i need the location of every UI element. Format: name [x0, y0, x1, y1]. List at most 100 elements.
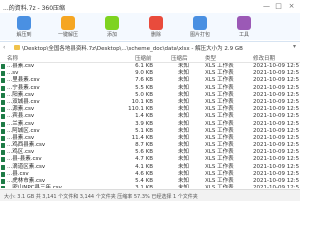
one-click-extract-label: 一键解压: [57, 32, 78, 38]
file-size: 5.6 KB: [135, 149, 153, 156]
column-date[interactable]: 修改日期: [253, 54, 275, 62]
column-header: 名称 压缩前 压缩后 类型 修改日期: [0, 53, 300, 63]
file-row[interactable]: ...兰素.csv 3.9 KB 未知 XLS 工作表 2021-10-09 12:5: [0, 121, 300, 128]
file-compressed-size: 未知: [177, 127, 189, 134]
delete-button[interactable]: 删除: [136, 16, 176, 38]
file-type: XLS 工作表: [205, 156, 234, 163]
file-date: 2021-10-09 12:5: [253, 178, 300, 184]
tools-button[interactable]: 工具: [224, 16, 264, 38]
file-name: ...县素.csv: [7, 63, 35, 69]
file-compressed-size: 未知: [177, 120, 189, 127]
add-label: 添加: [106, 32, 117, 38]
file-name: ...县-县素.csv: [7, 156, 42, 163]
close-button[interactable]: ×: [287, 2, 296, 11]
file-date: 2021-10-09 12:5: [253, 149, 300, 156]
image-pack-icon: [193, 16, 207, 30]
file-row[interactable]: ...密山NPC县三年.csv 3.1 KB 未知 XLS 工作表 2021-10-09…: [0, 185, 300, 188]
file-row[interactable]: ...县-县素.csv 4.7 KB 未知 XLS 工作表 2021-10-09 12:…: [0, 156, 300, 163]
file-size: 6.1 KB: [135, 63, 153, 69]
maximize-button[interactable]: □: [274, 2, 283, 11]
file-compressed-size: 未知: [177, 163, 189, 170]
tools-icon: [237, 16, 251, 30]
file-row[interactable]: ...sv 9.0 KB 未知 XLS 工作表 2021-10-09 12:5: [0, 70, 300, 77]
file-row[interactable]: ...阿城区.csv 5.1 KB 未知 XLS 工作表 2021-10-09 12:5: [0, 128, 300, 135]
file-size: 110.1 KB: [128, 106, 153, 113]
file-date: 2021-10-09 12:5: [253, 70, 300, 77]
csv-file-icon: [1, 143, 5, 149]
csv-file-icon: [1, 164, 5, 170]
file-row[interactable]: ...县.csv 4.6 KB 未知 XLS 工作表 2021-10-09 12:5: [0, 171, 300, 178]
file-row[interactable]: ...宾县.csv 1.4 KB 未知 XLS 工作表 2021-10-09 12:5: [0, 113, 300, 120]
file-compressed-size: 未知: [177, 91, 189, 98]
file-row[interactable]: ...阳素.csv 5.0 KB 未知 XLS 工作表 2021-10-09 12:5: [0, 92, 300, 99]
status-text: 大小: 3.1 GB 共 3,141 个文件和 3,144 个文件夹 压缩率 5…: [4, 194, 198, 200]
status-bar: 大小: 3.1 GB 共 3,141 个文件和 3,144 个文件夹 压缩率 5…: [0, 189, 300, 201]
extract-label: 解压到: [16, 32, 32, 38]
csv-file-icon: [1, 135, 5, 141]
csv-file-icon: [1, 99, 5, 105]
file-name: ...宁县素.csv: [7, 84, 40, 91]
column-compressed-size[interactable]: 压缩后: [171, 54, 188, 62]
back-icon[interactable]: ‹: [3, 44, 5, 51]
csv-file-icon: [1, 121, 5, 127]
csv-file-icon: [1, 107, 5, 113]
one-click-extract-icon: [61, 16, 75, 30]
file-row[interactable]: ...县素.csv 6.1 KB 未知 XLS 工作表 2021-10-09 12:5: [0, 63, 300, 70]
csv-file-icon: [1, 179, 5, 184]
file-compressed-size: 未知: [177, 134, 189, 141]
file-row[interactable]: ...双城县.csv 10.1 KB 未知 XLS 工作表 2021-10-09 12:…: [0, 99, 300, 106]
address-path[interactable]: \Desktop\全国各地县资料.7z\Desktop\...\scheme_d…: [22, 44, 278, 52]
title-bar: ...的資料.7z - 360压缩 — □ ×: [0, 0, 300, 14]
file-compressed-size: 未知: [177, 77, 189, 84]
csv-file-icon: [1, 85, 5, 91]
file-row[interactable]: ...县素.csv 11.4 KB 未知 XLS 工作表 2021-10-09 12:5: [0, 135, 300, 142]
file-date: 2021-10-09 12:5: [253, 142, 300, 149]
one-click-extract-button[interactable]: 一键解压: [48, 16, 88, 38]
file-name: ...兰素.csv: [7, 120, 35, 127]
file-date: 2021-10-09 12:5: [253, 98, 300, 105]
file-date: 2021-10-09 12:5: [253, 77, 300, 84]
delete-label: 删除: [150, 32, 161, 38]
file-type: XLS 工作表: [205, 113, 234, 120]
file-row[interactable]: ...里县素.csv 7.6 KB 未知 XLS 工作表 2021-10-09 12:5: [0, 77, 300, 84]
file-date: 2021-10-09 12:5: [253, 170, 300, 177]
file-name: ...县素.csv: [7, 134, 35, 141]
file-date: 2021-10-09 12:5: [253, 84, 300, 91]
file-type: XLS 工作表: [205, 185, 234, 188]
minimize-button[interactable]: —: [262, 2, 271, 11]
file-row[interactable]: ...源素.csv 110.1 KB 未知 XLS 工作表 2021-10-09 12:…: [0, 106, 300, 113]
file-list: ...县素.csv 6.1 KB 未知 XLS 工作表 2021-10-09 12:5.…: [0, 63, 300, 188]
file-row[interactable]: ...滴道区素.csv 4.1 KB 未知 XLS 工作表 2021-10-09 12:…: [0, 164, 300, 171]
window-title: ...的資料.7z - 360压缩: [3, 5, 66, 12]
csv-file-icon: [1, 92, 5, 98]
file-type: XLS 工作表: [205, 84, 234, 91]
extract-icon: [17, 16, 31, 30]
file-size: 5.5 KB: [135, 84, 153, 91]
csv-file-icon: [1, 78, 5, 84]
file-row[interactable]: ...鸡区.csv 5.6 KB 未知 XLS 工作表 2021-10-09 12:5: [0, 149, 300, 156]
file-compressed-size: 未知: [177, 84, 189, 91]
add-icon: [105, 16, 119, 30]
file-name: ...宾县.csv: [7, 113, 35, 120]
file-row[interactable]: ...鸡西县素.csv 8.7 KB 未知 XLS 工作表 2021-10-09 12:…: [0, 142, 300, 149]
file-compressed-size: 未知: [177, 156, 189, 163]
file-date: 2021-10-09 12:5: [253, 63, 300, 69]
file-type: XLS 工作表: [205, 170, 234, 177]
chevron-down-icon[interactable]: ▾: [293, 43, 296, 50]
column-size[interactable]: 压缩前: [135, 54, 152, 62]
file-size: 1.4 KB: [135, 113, 153, 120]
file-compressed-size: 未知: [177, 170, 189, 177]
column-type[interactable]: 类型: [205, 54, 216, 62]
image-pack-button[interactable]: 图片打包: [180, 16, 220, 38]
file-row[interactable]: ...宁县素.csv 5.5 KB 未知 XLS 工作表 2021-10-09 12:5: [0, 85, 300, 92]
toolbar: 解压到 一键解压 添加 删除 图片打包 工具: [0, 13, 300, 40]
folder-icon: [14, 45, 20, 50]
file-type: XLS 工作表: [205, 77, 234, 84]
extract-button[interactable]: 解压到: [4, 16, 44, 38]
add-button[interactable]: 添加: [92, 16, 132, 38]
file-compressed-size: 未知: [177, 113, 189, 120]
file-size: 4.6 KB: [135, 170, 153, 177]
csv-file-icon: [1, 171, 5, 177]
column-name[interactable]: 名称: [7, 54, 18, 62]
file-size: 5.1 KB: [135, 127, 153, 134]
